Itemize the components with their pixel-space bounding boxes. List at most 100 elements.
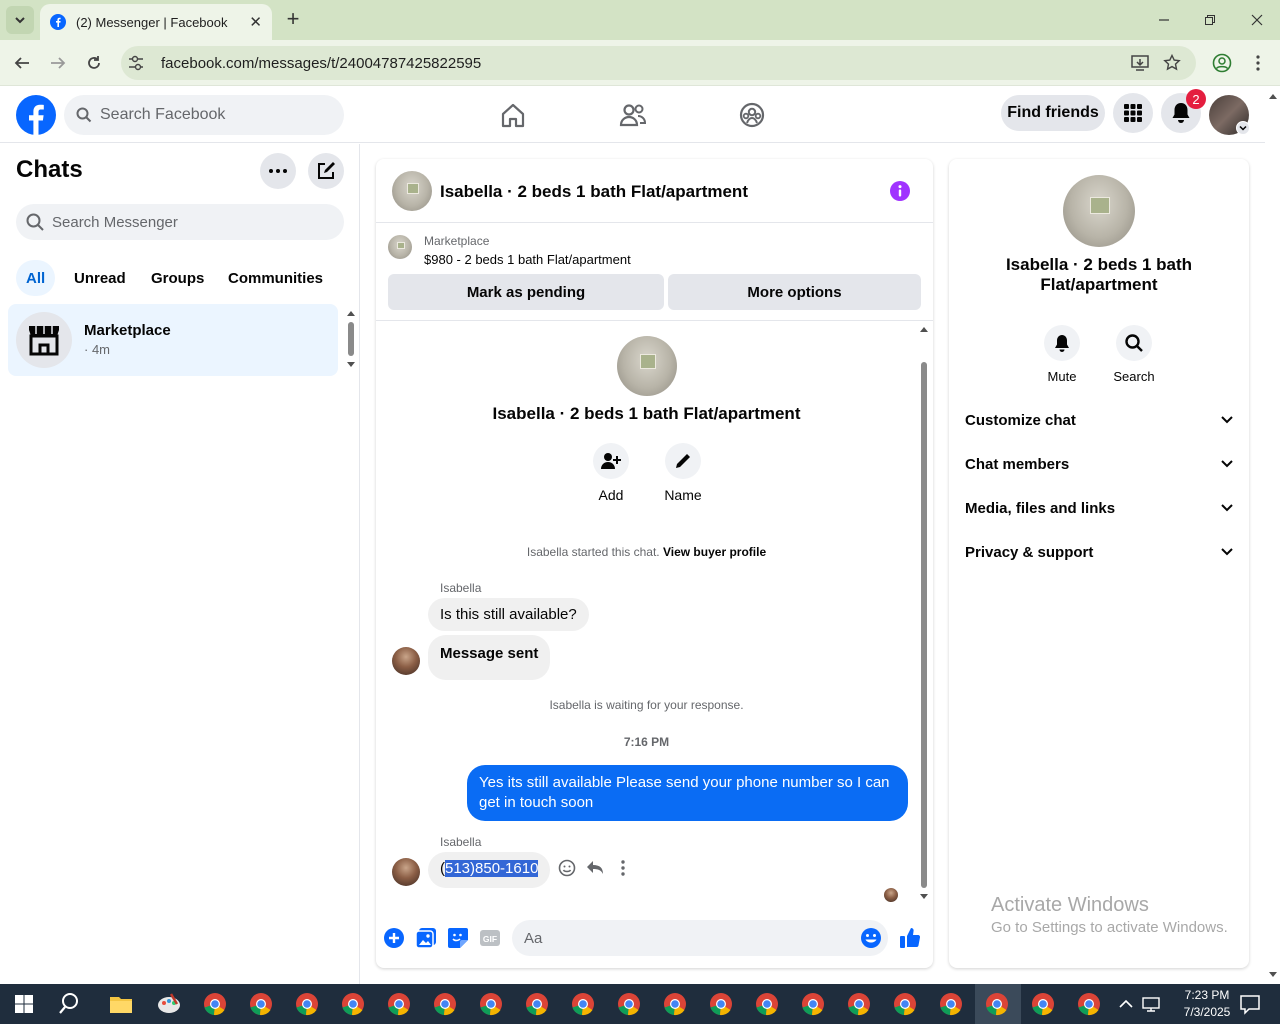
react-smiley-icon[interactable] [557, 858, 577, 878]
chrome-icon[interactable] [385, 990, 413, 1018]
menu-grid-icon[interactable] [1113, 93, 1153, 133]
chrome-icon[interactable] [707, 990, 735, 1018]
taskbar-search-icon[interactable] [58, 990, 86, 1018]
minimize-icon[interactable] [1152, 8, 1176, 32]
facebook-logo-icon[interactable] [16, 95, 56, 135]
thread-scrollbar[interactable] [918, 324, 930, 902]
privacy-support-section[interactable]: Privacy & support [965, 534, 1233, 570]
chrome-icon[interactable] [293, 990, 321, 1018]
chrome-icon[interactable] [247, 990, 275, 1018]
chrome-icon[interactable] [937, 990, 965, 1018]
reply-icon[interactable] [585, 858, 605, 878]
incoming-phone-message[interactable]: (513)850-1610 [428, 852, 551, 888]
action-center-icon[interactable] [1236, 990, 1264, 1018]
customize-chat-section[interactable]: Customize chat [965, 402, 1233, 438]
filter-groups[interactable]: Groups [141, 260, 214, 296]
chat-options-icon[interactable] [260, 153, 296, 189]
chrome-icon[interactable] [523, 990, 551, 1018]
sender-avatar[interactable] [392, 858, 420, 886]
profile-account-icon[interactable] [1210, 51, 1234, 75]
chrome-icon[interactable] [983, 990, 1011, 1018]
chrome-icon[interactable] [1075, 990, 1103, 1018]
home-icon[interactable] [497, 99, 529, 131]
chrome-icon[interactable] [477, 990, 505, 1018]
message-input[interactable]: Aa [512, 920, 888, 956]
page-scrollbar[interactable] [1266, 87, 1280, 984]
section-label: Privacy & support [965, 543, 1094, 561]
conversation-header: Isabella · 2 beds 1 bath Flat/apartment [376, 159, 933, 223]
view-buyer-profile-link[interactable]: View buyer profile [663, 545, 766, 559]
network-icon[interactable] [1140, 990, 1164, 1018]
friends-icon[interactable] [617, 99, 649, 131]
paint-app-icon[interactable] [155, 990, 183, 1018]
photo-icon[interactable] [415, 927, 437, 949]
new-message-icon[interactable] [308, 153, 344, 189]
tab-close-icon[interactable]: ✕ [249, 13, 262, 31]
chrome-icon[interactable] [799, 990, 827, 1018]
conversation-title[interactable]: Isabella · 2 beds 1 bath Flat/apartment [440, 182, 748, 202]
tab-search-button[interactable] [6, 6, 34, 34]
back-arrow-icon[interactable] [10, 51, 34, 75]
new-tab-button[interactable]: + [282, 6, 304, 31]
address-bar[interactable]: facebook.com/messages/t/2400478742582259… [121, 46, 1196, 80]
plus-circle-icon[interactable] [383, 927, 405, 949]
chrome-icon[interactable] [569, 990, 597, 1018]
chrome-icon[interactable] [339, 990, 367, 1018]
outgoing-message[interactable]: Yes its still available Please send your… [467, 765, 908, 821]
media-files-links-section[interactable]: Media, files and links [965, 490, 1233, 526]
restore-icon[interactable] [1198, 8, 1222, 32]
incoming-message[interactable]: Is this still available? [428, 598, 589, 631]
search-in-chat-button[interactable]: Search [1104, 325, 1164, 384]
file-explorer-icon[interactable] [107, 990, 135, 1018]
more-actions-icon[interactable] [613, 858, 633, 878]
site-info-icon[interactable] [121, 53, 151, 73]
add-people-button[interactable]: Add [581, 443, 641, 503]
listing-thumbnail[interactable] [392, 171, 432, 211]
messenger-search-input[interactable]: Search Messenger [16, 204, 344, 240]
chrome-icon[interactable] [661, 990, 689, 1018]
chrome-icon[interactable] [753, 990, 781, 1018]
name-chat-button[interactable]: Name [653, 443, 713, 503]
sender-avatar[interactable] [392, 647, 420, 675]
sender-name: Isabella [440, 581, 482, 595]
chat-list-item[interactable]: Marketplace · 4m [8, 304, 338, 376]
browser-tab[interactable]: (2) Messenger | Facebook ✕ [40, 4, 272, 40]
groups-icon[interactable] [736, 99, 768, 131]
incoming-message[interactable]: Message sent [428, 635, 551, 680]
mark-as-pending-button[interactable]: Mark as pending [388, 274, 664, 310]
bookmark-star-icon[interactable] [1160, 51, 1184, 75]
system-clock[interactable]: 7:23 PM 7/3/2025 [1172, 987, 1242, 1021]
mute-button[interactable]: Mute [1032, 325, 1092, 384]
filter-communities[interactable]: Communities [218, 260, 333, 296]
filter-all[interactable]: All [16, 260, 56, 296]
marketplace-store-icon [16, 312, 72, 368]
listing-price[interactable]: $980 - 2 beds 1 bath Flat/apartment [424, 252, 631, 267]
account-chevron-icon[interactable] [1236, 121, 1250, 135]
chrome-icon[interactable] [1029, 990, 1057, 1018]
like-thumb-icon[interactable] [899, 927, 921, 949]
chat-members-section[interactable]: Chat members [965, 446, 1233, 482]
reload-icon[interactable] [82, 51, 106, 75]
info-icon[interactable] [890, 181, 910, 201]
emoji-icon[interactable] [860, 927, 882, 949]
sticker-icon[interactable] [447, 927, 469, 949]
show-hidden-icons-icon[interactable] [1116, 990, 1136, 1018]
chat-list-scrollbar[interactable] [346, 304, 356, 374]
chrome-icon[interactable] [615, 990, 643, 1018]
facebook-search-input[interactable]: Search Facebook [64, 95, 344, 135]
browser-menu-icon[interactable] [1246, 51, 1270, 75]
chrome-icon[interactable] [431, 990, 459, 1018]
chrome-icon[interactable] [845, 990, 873, 1018]
chrome-icon[interactable] [201, 990, 229, 1018]
gif-icon[interactable]: GIF [479, 927, 501, 949]
more-options-button[interactable]: More options [668, 274, 921, 310]
windows-start-icon[interactable] [10, 990, 38, 1018]
forward-arrow-icon[interactable] [46, 51, 70, 75]
install-app-icon[interactable] [1128, 51, 1152, 75]
phone-number-selected[interactable]: 513)850-1610 [445, 860, 539, 877]
chrome-icon[interactable] [891, 990, 919, 1018]
browser-tab-strip: (2) Messenger | Facebook ✕ + [0, 0, 1280, 40]
close-window-icon[interactable] [1245, 8, 1269, 32]
filter-unread[interactable]: Unread [64, 260, 136, 296]
find-friends-button[interactable]: Find friends [1001, 95, 1105, 131]
